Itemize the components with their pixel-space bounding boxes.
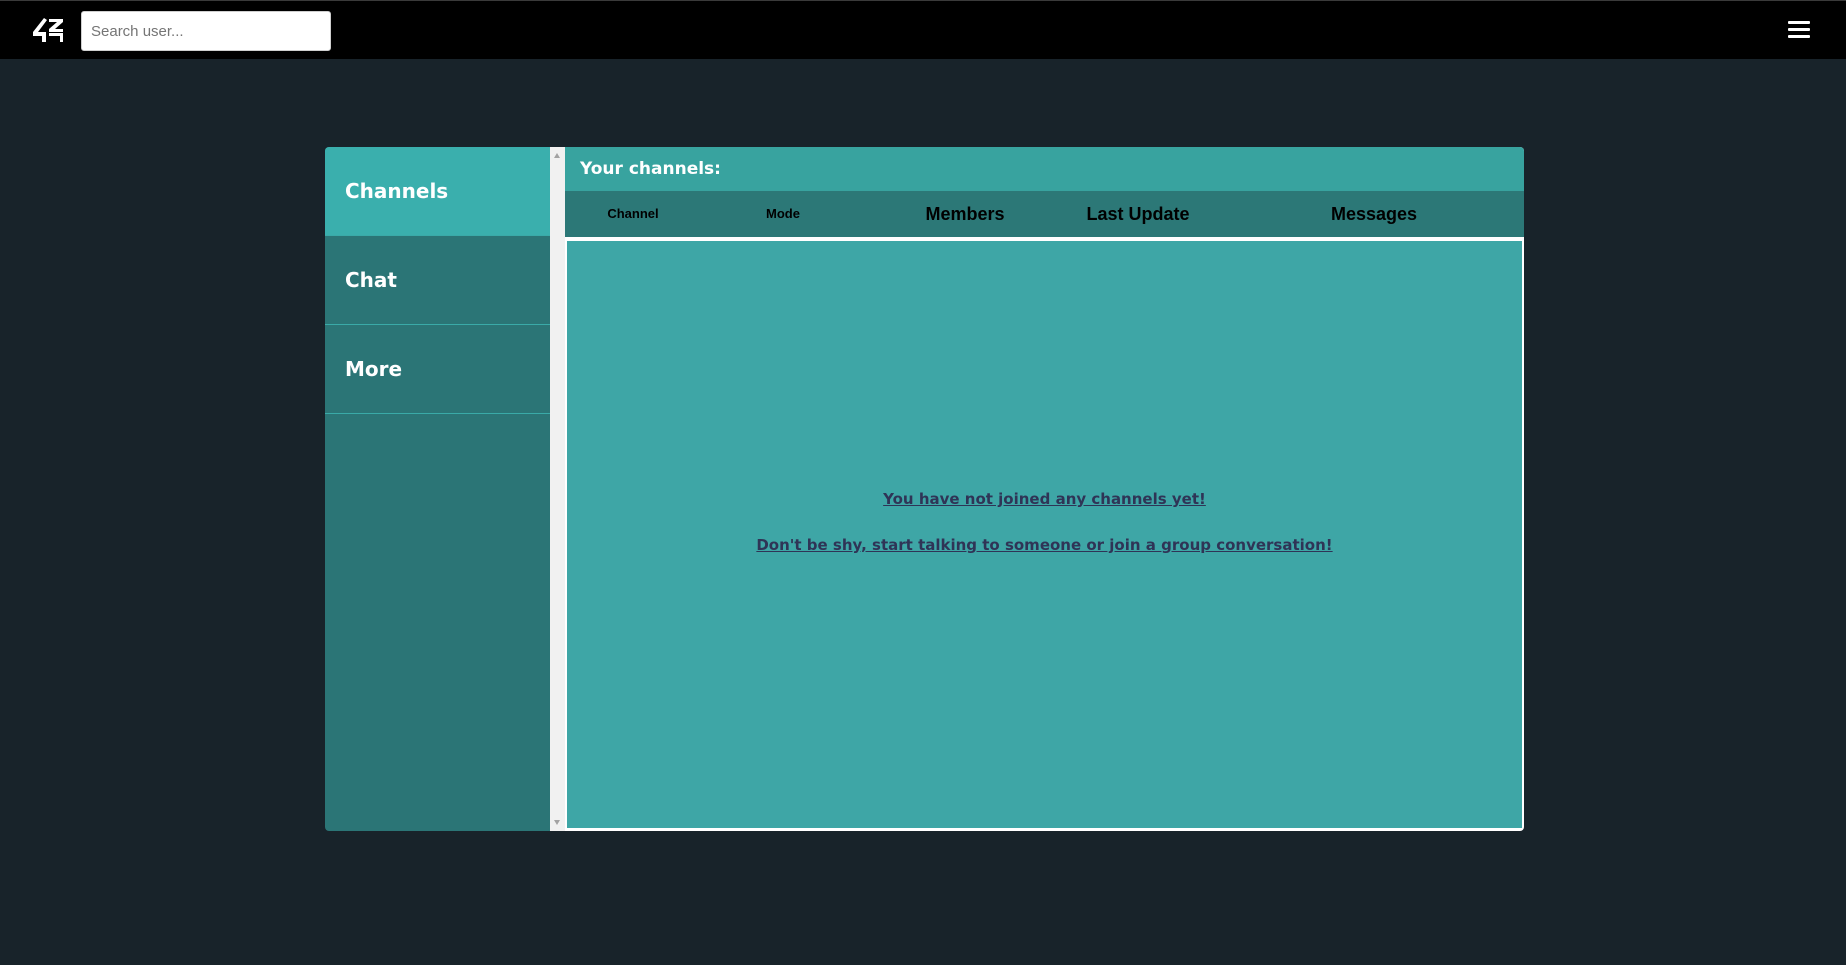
hamburger-menu-button[interactable] bbox=[1786, 18, 1812, 42]
channels-list-empty: You have not joined any channels yet! Do… bbox=[567, 241, 1522, 828]
column-header-last-update: Last Update bbox=[1086, 204, 1190, 224]
sidebar-item-more[interactable]: More bbox=[325, 325, 550, 414]
empty-state-hint[interactable]: Don't be shy, start talking to someone o… bbox=[567, 536, 1522, 554]
column-header-members: Members bbox=[925, 204, 1005, 224]
hamburger-icon-bar bbox=[1788, 35, 1810, 38]
table-header: Channel Mode Members Last Update Message… bbox=[565, 191, 1524, 237]
channels-main: Your channels: Channel Mode Members Last… bbox=[565, 147, 1524, 831]
scrollbar[interactable] bbox=[550, 147, 565, 831]
logo-42-icon[interactable] bbox=[31, 16, 65, 44]
top-navbar bbox=[0, 0, 1846, 59]
hamburger-icon-bar bbox=[1788, 21, 1810, 24]
page-title: Your channels: bbox=[565, 147, 1524, 191]
scroll-up-icon[interactable] bbox=[554, 153, 560, 158]
column-header-channel: Channel bbox=[607, 206, 659, 221]
empty-state-message[interactable]: You have not joined any channels yet! bbox=[567, 490, 1522, 508]
column-header-messages: Messages bbox=[1330, 204, 1418, 224]
sidebar: Channels Chat More bbox=[325, 147, 550, 831]
sidebar-item-chat[interactable]: Chat bbox=[325, 236, 550, 325]
scroll-down-icon[interactable] bbox=[554, 820, 560, 825]
column-header-mode: Mode bbox=[766, 206, 800, 221]
sidebar-item-channels[interactable]: Channels bbox=[325, 147, 550, 236]
hamburger-icon-bar bbox=[1788, 28, 1810, 31]
channels-panel: Channels Chat More Your channels: Channe… bbox=[325, 147, 1524, 831]
search-user-input[interactable] bbox=[81, 11, 331, 51]
